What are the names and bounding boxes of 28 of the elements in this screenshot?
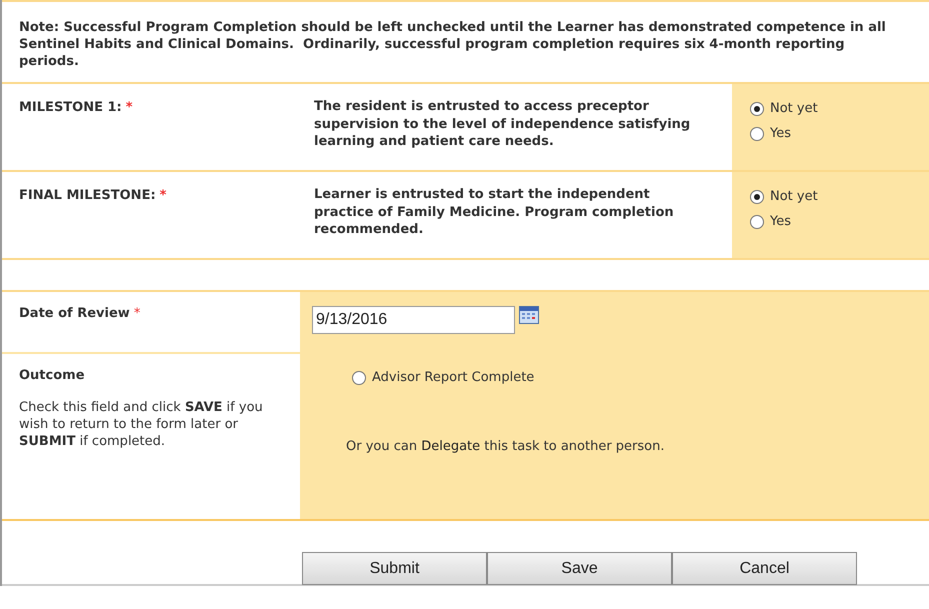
option-label: Not yet xyxy=(770,189,818,204)
radio-button[interactable] xyxy=(750,190,764,204)
radio-button[interactable] xyxy=(750,214,764,228)
field-label: Outcome xyxy=(19,368,86,383)
required-asterisk: * xyxy=(126,100,133,115)
option-label: Yes xyxy=(770,126,791,141)
form-button[interactable]: Save xyxy=(487,552,672,585)
option-label: Yes xyxy=(770,214,791,229)
option-label: Advisor Report Complete xyxy=(372,370,534,385)
calendar-icon[interactable] xyxy=(519,306,539,324)
delegate-link[interactable]: Delegate xyxy=(421,439,480,454)
radio-button[interactable] xyxy=(352,370,366,384)
form-button[interactable]: Submit xyxy=(302,552,487,585)
radio-button[interactable] xyxy=(750,102,764,116)
delegate-text: Or you can Delegate this task to another person. xyxy=(346,439,666,454)
note-text: Note: Successful Program Completion should be left unchecked until the Learner has demonstrated competence in all Sentinel Habits and Clinical Domains. Ordinarily, successful program completion requires six 4-month reporting periods. xyxy=(2,0,929,84)
milestone-label: MILESTONE 1: xyxy=(19,100,122,115)
date-field[interactable]: 9/13/2016 xyxy=(312,306,515,334)
required-asterisk: * xyxy=(160,188,166,203)
form-button[interactable]: Cancel xyxy=(672,552,857,585)
radio-button[interactable] xyxy=(750,126,764,140)
option-label: Not yet xyxy=(770,101,818,116)
milestone-label: FINAL MILESTONE: xyxy=(19,188,156,203)
milestone-description: Learner is entrusted to start the independent practice of Family Medicine. Program completion recommended. xyxy=(313,186,675,239)
hint-text: Check this field and click SAVE if you wish to return to the form later or SUBMIT if completed. xyxy=(19,399,264,450)
required-asterisk: * xyxy=(134,306,140,321)
milestone-description: The resident is entrusted to access preceptor supervision to the level of independence satisfying learning and patient care needs. xyxy=(313,98,692,151)
field-label: Date of Review xyxy=(19,306,130,321)
